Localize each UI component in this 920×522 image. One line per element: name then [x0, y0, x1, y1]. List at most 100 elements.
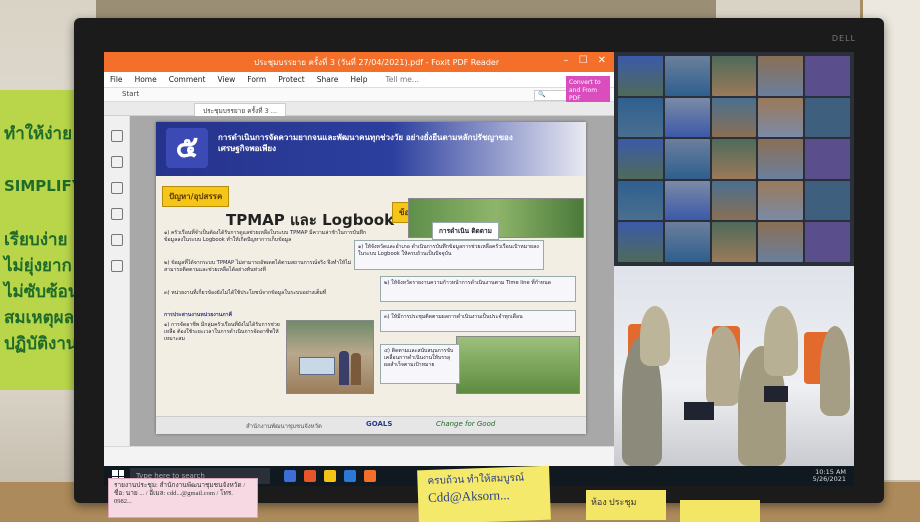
menu-comment[interactable]: Comment — [169, 75, 206, 84]
title-bar: ประชุมบรรยาย ครั้งที่ 3 (วันที่ 27/04/20… — [104, 52, 614, 72]
participant-grid — [618, 56, 850, 262]
recommendation-box: ๔) ติดตามและสนับสนุนการขับเคลื่อนการดำเน… — [380, 344, 460, 384]
participant-video-tile[interactable] — [805, 180, 850, 221]
participant-video-tile[interactable] — [664, 222, 710, 262]
participant-video-tile[interactable] — [711, 139, 757, 179]
toolbar: Start 🔍 Convert to and From PDF — [104, 76, 614, 102]
layers-icon[interactable] — [110, 208, 123, 220]
participant-video-tile[interactable] — [618, 180, 663, 221]
comment-icon[interactable] — [110, 182, 123, 194]
laptop — [764, 386, 788, 402]
signature-icon[interactable] — [110, 260, 123, 272]
slide-banner: ๕ การดำเนินการจัดความยากจนและพัฒนาคนทุกช… — [156, 122, 586, 176]
file-explorer-icon[interactable] — [324, 470, 336, 482]
sub-heading: การประสานงานหน่วยงานภาคี — [164, 312, 233, 318]
participant-video-tile[interactable] — [758, 56, 804, 96]
solution-heading: การดำเนิน ติดตาม — [432, 222, 499, 240]
footer-slogan: Change for Good — [436, 420, 496, 428]
sticky-note: ครบถ้วน ทำให้สมบูรณ์ Cdd@Aksorn... — [417, 465, 551, 522]
video-conference-panel — [614, 52, 854, 466]
convert-badge[interactable]: Convert to and From PDF — [566, 76, 610, 102]
menu-protect[interactable]: Protect — [278, 75, 305, 84]
attachment-icon[interactable] — [110, 234, 123, 246]
pages-icon[interactable] — [110, 156, 123, 168]
tell-me-input[interactable]: Tell me... — [385, 75, 419, 84]
task-view-icon[interactable] — [284, 470, 296, 482]
menu-share[interactable]: Share — [317, 75, 339, 84]
participant-video-tile[interactable] — [618, 56, 663, 96]
participant-video-tile[interactable] — [711, 56, 757, 96]
participant-video-tile[interactable] — [758, 222, 804, 262]
problem-item: ๒) ข้อมูลที่ได้จากระบบ TPMAP ไม่สามารถอั… — [164, 260, 352, 274]
poster-line: SIMPLIFY — [4, 177, 83, 195]
participant-video-tile[interactable] — [711, 97, 757, 138]
system-clock[interactable]: 10:15 AM 5/26/2021 — [813, 469, 846, 483]
status-bar — [104, 446, 614, 466]
start-tab[interactable]: Start — [122, 90, 139, 98]
menu-file[interactable]: File — [110, 75, 123, 84]
farm-photo — [456, 336, 580, 394]
sticky-line: Cdd@Aksorn... — [427, 487, 510, 505]
slide-number: ๕ — [166, 128, 208, 168]
bookmark-icon[interactable] — [110, 130, 123, 142]
participant-video-tile[interactable] — [664, 180, 710, 221]
participant-video-tile[interactable] — [711, 222, 757, 262]
participant-video-tile[interactable] — [805, 222, 850, 262]
participant-video-tile[interactable] — [805, 139, 850, 179]
poster-line: สมเหตุผล — [4, 308, 75, 328]
participant-video-tile[interactable] — [618, 139, 663, 179]
side-panel — [104, 116, 130, 446]
recommendation-box: ๑) ให้จังหวัดและอำเภอ ดำเนินการบันทึกข้อ… — [354, 240, 544, 270]
recommendation-box: ๓) ให้มีการประชุมติดตามผลการดำเนินงานเป็… — [380, 310, 576, 332]
close-icon[interactable]: ✕ — [598, 55, 606, 66]
participant-video-tile[interactable] — [711, 180, 757, 221]
problem-item: ๑) การจัดอาชีพ มีกลุ่มครัวเรือนที่ยังไม่… — [164, 322, 280, 343]
foxit-icon[interactable] — [364, 470, 376, 482]
slide-page: ๕ การดำเนินการจัดความยากจนและพัฒนาคนทุกช… — [156, 122, 586, 434]
slide-title: TPMAP และ Logbook — [226, 211, 395, 229]
menu-home[interactable]: Home — [135, 75, 157, 84]
document-canvas: ๕ การดำเนินการจัดความยากจนและพัฒนาคนทุกช… — [130, 116, 614, 446]
minimize-icon[interactable]: – — [564, 55, 569, 66]
menu-help[interactable]: Help — [350, 75, 367, 84]
participant-video-tile[interactable] — [758, 139, 804, 179]
laptop — [684, 402, 714, 420]
menu-form[interactable]: Form — [247, 75, 266, 84]
footer-org: สำนักงานพัฒนาชุมชนจังหวัด — [246, 423, 322, 430]
monitor: DELL ประชุมบรรยาย ครั้งที่ 3 (วันที่ 27/… — [74, 18, 884, 503]
participant-video-tile[interactable] — [758, 97, 804, 138]
participant-video-tile[interactable] — [618, 97, 663, 138]
document-tab[interactable]: ประชุมบรรยาย ครั้งที่ 3 ... — [194, 103, 287, 116]
problem-item: ๑) ครัวเรือนที่จำเป็นต้องได้รับการดูแลช่… — [164, 230, 367, 244]
sticky-line: ครบถ้วน ทำให้สมบูรณ์ — [427, 472, 525, 487]
participant-video-tile[interactable] — [664, 139, 710, 179]
person — [640, 306, 670, 366]
participant-video-tile[interactable] — [758, 180, 804, 221]
menu-view[interactable]: View — [217, 75, 235, 84]
sticky-note: ห้อง ประชุม — [586, 490, 666, 520]
main-video — [614, 266, 854, 466]
document-tabs: ประชุมบรรยาย ครั้งที่ 3 ... — [104, 102, 614, 116]
poster-line: ปฏิบัติงาน — [4, 334, 78, 354]
participant-video-tile[interactable] — [664, 97, 710, 138]
participant-video-tile[interactable] — [664, 56, 710, 96]
person — [706, 326, 740, 406]
window-controls: – ☐ ✕ — [564, 55, 606, 66]
maximize-icon[interactable]: ☐ — [579, 55, 588, 66]
participant-video-tile[interactable] — [618, 222, 663, 262]
firefox-icon[interactable] — [304, 470, 316, 482]
poster-line: เรียบง่าย — [4, 230, 68, 250]
problem-label: ปัญหา/อุปสรรค — [162, 186, 230, 207]
edge-icon[interactable] — [344, 470, 356, 482]
problem-item: ๓) หน่วยงานที่เกี่ยวข้องยังไม่ได้ใช้ประโ… — [164, 290, 327, 296]
sticky-note — [680, 500, 760, 522]
slide-heading: การดำเนินการจัดความยากจนและพัฒนาคนทุกช่ว… — [218, 133, 513, 153]
pdf-reader-window: ประชุมบรรยาย ครั้งที่ 3 (วันที่ 27/04/20… — [104, 52, 614, 466]
recommendation-box: ๒) ให้จังหวัดรายงานความก้าวหน้าการดำเนิน… — [380, 276, 576, 302]
window-title: ประชุมบรรยาย ครั้งที่ 3 (วันที่ 27/04/20… — [254, 58, 500, 67]
participant-video-tile[interactable] — [805, 56, 850, 96]
menu-bar: File Home Comment View Form Protect Shar… — [104, 72, 614, 88]
participant-video-tile[interactable] — [805, 97, 850, 138]
footer-goals: GOALS — [366, 420, 393, 428]
paper-card: รายงานประชุม: สำนักงานพัฒนาชุมชนจังหวัด … — [108, 478, 258, 518]
